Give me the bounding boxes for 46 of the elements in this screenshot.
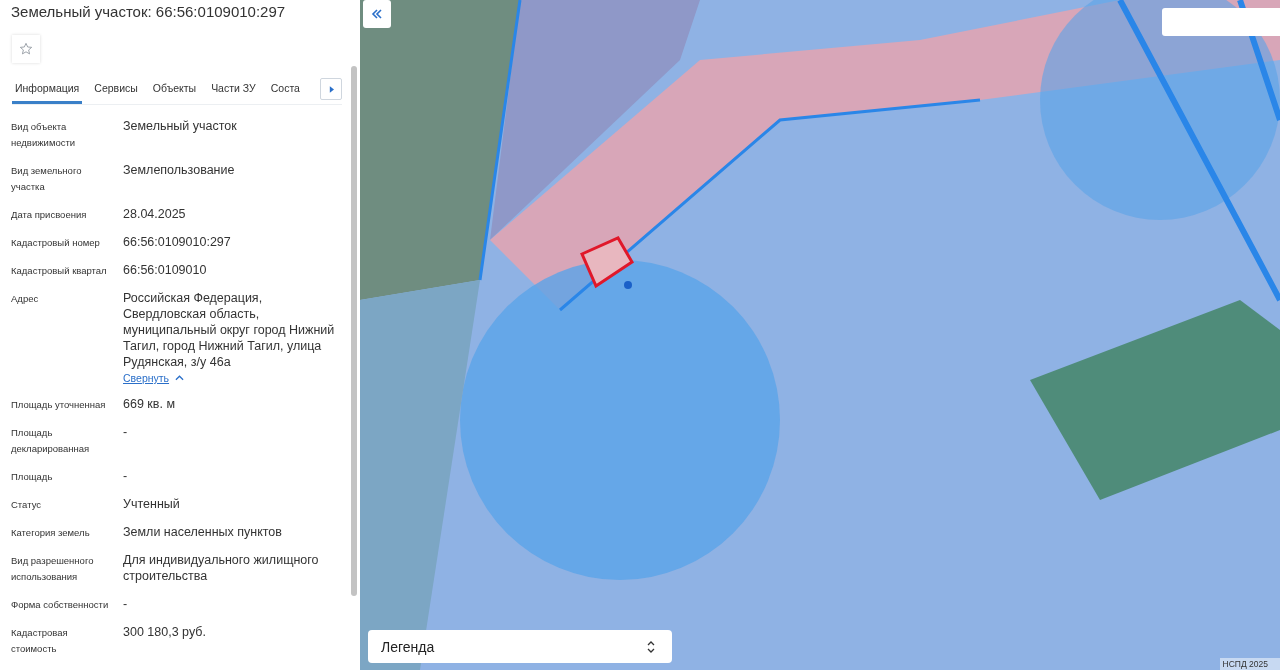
- field-label: Вид земельного участка: [11, 164, 83, 194]
- field-label: Вид объекта недвижимости: [11, 120, 77, 150]
- tab[interactable]: Сервисы: [91, 77, 141, 104]
- field-value: -: [123, 596, 128, 612]
- field-value: Земли населенных пунктов: [123, 524, 282, 540]
- field-label: Площадь уточненная: [11, 398, 107, 412]
- tab[interactable]: Объекты: [149, 77, 200, 104]
- field-label: Кадастровая стоимость: [11, 626, 69, 656]
- field-value: 66:56:0109010: [123, 262, 207, 278]
- panel-title: Земельный участок: 66:56:0109010:297: [10, 2, 287, 21]
- up-down-chevron-icon: [647, 640, 655, 653]
- tab[interactable]: Информация: [12, 77, 83, 104]
- field-label: Кадастровый квартал: [11, 264, 108, 278]
- field-value: 669 кв. м: [123, 396, 175, 412]
- field-value: Землепользование: [123, 162, 235, 178]
- legend-dropdown[interactable]: Легенда: [368, 630, 672, 663]
- collapse-panel-button[interactable]: [363, 0, 391, 28]
- tab[interactable]: Соста: [267, 77, 303, 104]
- star-icon: [19, 42, 33, 56]
- field-label: Кадастровый номер: [11, 236, 101, 250]
- field-label: Площадь декларированная: [11, 426, 91, 456]
- field-label: Площадь: [11, 470, 54, 484]
- scroll-right-button[interactable]: [320, 78, 342, 100]
- search-field[interactable]: [1162, 8, 1280, 36]
- field-label: Категория земель: [11, 526, 91, 540]
- field-value: Для индивидуального жилищного строительства: [123, 552, 320, 584]
- field-value: -: [123, 468, 128, 484]
- tab[interactable]: Части ЗУ: [208, 77, 259, 104]
- chevron-up-icon: [175, 375, 185, 381]
- field-value: 28.04.2025: [123, 206, 186, 222]
- field-value: 300 180,3 руб.: [123, 624, 206, 640]
- field-label: Вид разрешенного использования: [11, 554, 95, 584]
- field-label: Дата присвоения: [11, 208, 88, 222]
- field-value: Учтенный: [123, 496, 180, 512]
- field-label: Статус: [11, 498, 43, 512]
- field-label: Адрес: [11, 292, 40, 306]
- collapse-link[interactable]: Свернуть: [123, 371, 185, 385]
- field-value: Российская Федерация, Свердловская область, муниципальный округ город Нижний Тагил, город Нижний Тагил, улица Рудянская, з/у 46а: [123, 290, 336, 370]
- double-chevron-left-icon: [371, 9, 383, 19]
- field-value: 66:56:0109010:297: [123, 234, 231, 250]
- triangle-right-icon: [328, 85, 334, 93]
- field-label: Форма собственности: [11, 598, 110, 612]
- favorite-button[interactable]: [12, 35, 40, 63]
- field-value: Земельный участок: [123, 118, 237, 134]
- map-attribution: НСПД 2025: [1219, 658, 1280, 670]
- field-value: -: [123, 424, 128, 440]
